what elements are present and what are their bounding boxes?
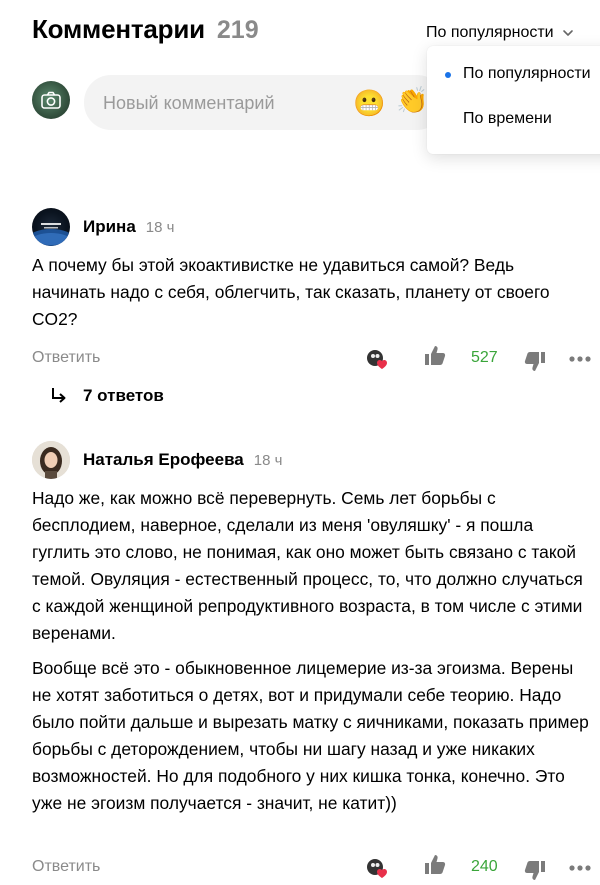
thumbs-down-icon[interactable]: [523, 349, 547, 373]
comment-paragraph: А почему бы этой экоактивистке не удавит…: [32, 255, 550, 329]
reactions-icon[interactable]: [365, 856, 389, 880]
comments-header: Комментарии 219: [32, 14, 259, 45]
user-photo: [32, 441, 70, 479]
grimace-emoji-button[interactable]: 😬: [353, 89, 385, 117]
thumbs-up-icon[interactable]: [423, 853, 447, 877]
clap-emoji-button[interactable]: 👏: [396, 86, 428, 114]
comment-paragraph: Вообще всё это - обыкновенное лицемерие …: [32, 658, 589, 813]
more-options-icon[interactable]: [569, 864, 591, 872]
comment-header: Наталья Ерофеева 18 ч: [32, 441, 282, 479]
chevron-down-icon: [562, 30, 573, 36]
comment-time: 18 ч: [253, 451, 283, 469]
show-replies-link[interactable]: 7 ответов: [50, 386, 164, 406]
reply-button[interactable]: Ответить: [32, 858, 100, 876]
comments-count: 219: [216, 16, 259, 44]
comment-text: Надо же, как можно всё перевернуть. Семь…: [32, 485, 592, 817]
current-user-avatar[interactable]: [32, 81, 70, 119]
author-name[interactable]: Ирина: [83, 217, 136, 237]
sort-current-label: По популярности: [426, 24, 554, 41]
avatar[interactable]: [32, 441, 70, 479]
avatar[interactable]: [32, 208, 70, 246]
new-comment-input[interactable]: Новый комментарий: [84, 75, 444, 130]
reply-arrow-icon: [52, 388, 66, 403]
sort-option-popular[interactable]: По популярности: [463, 65, 591, 83]
sort-dropdown-menu: По популярности По времени: [427, 46, 600, 154]
comment-time: 18 ч: [145, 218, 175, 236]
earth-image: [32, 223, 70, 246]
thumbs-down-icon[interactable]: [523, 858, 547, 882]
comment-text: А почему бы этой экоактивистке не удавит…: [32, 252, 592, 333]
likes-count: 527: [471, 349, 498, 366]
author-name[interactable]: Наталья Ерофеева: [83, 450, 244, 470]
comment-header: Ирина 18 ч: [32, 208, 174, 246]
sort-option-time[interactable]: По времени: [463, 110, 552, 128]
sort-dropdown-trigger[interactable]: По популярности: [426, 24, 574, 42]
more-options-icon[interactable]: [569, 355, 591, 363]
likes-count: 240: [471, 858, 498, 875]
comment-paragraph: Надо же, как можно всё перевернуть. Семь…: [32, 488, 583, 643]
thumbs-up-icon[interactable]: [423, 344, 447, 368]
camera-icon: [41, 91, 61, 109]
comments-title: Комментарии: [32, 14, 205, 44]
new-comment-placeholder: Новый комментарий: [103, 93, 275, 113]
replies-count-label: 7 ответов: [83, 386, 164, 405]
reactions-icon[interactable]: [365, 347, 389, 371]
reply-button[interactable]: Ответить: [32, 349, 100, 367]
selected-indicator-dot: [445, 72, 451, 78]
